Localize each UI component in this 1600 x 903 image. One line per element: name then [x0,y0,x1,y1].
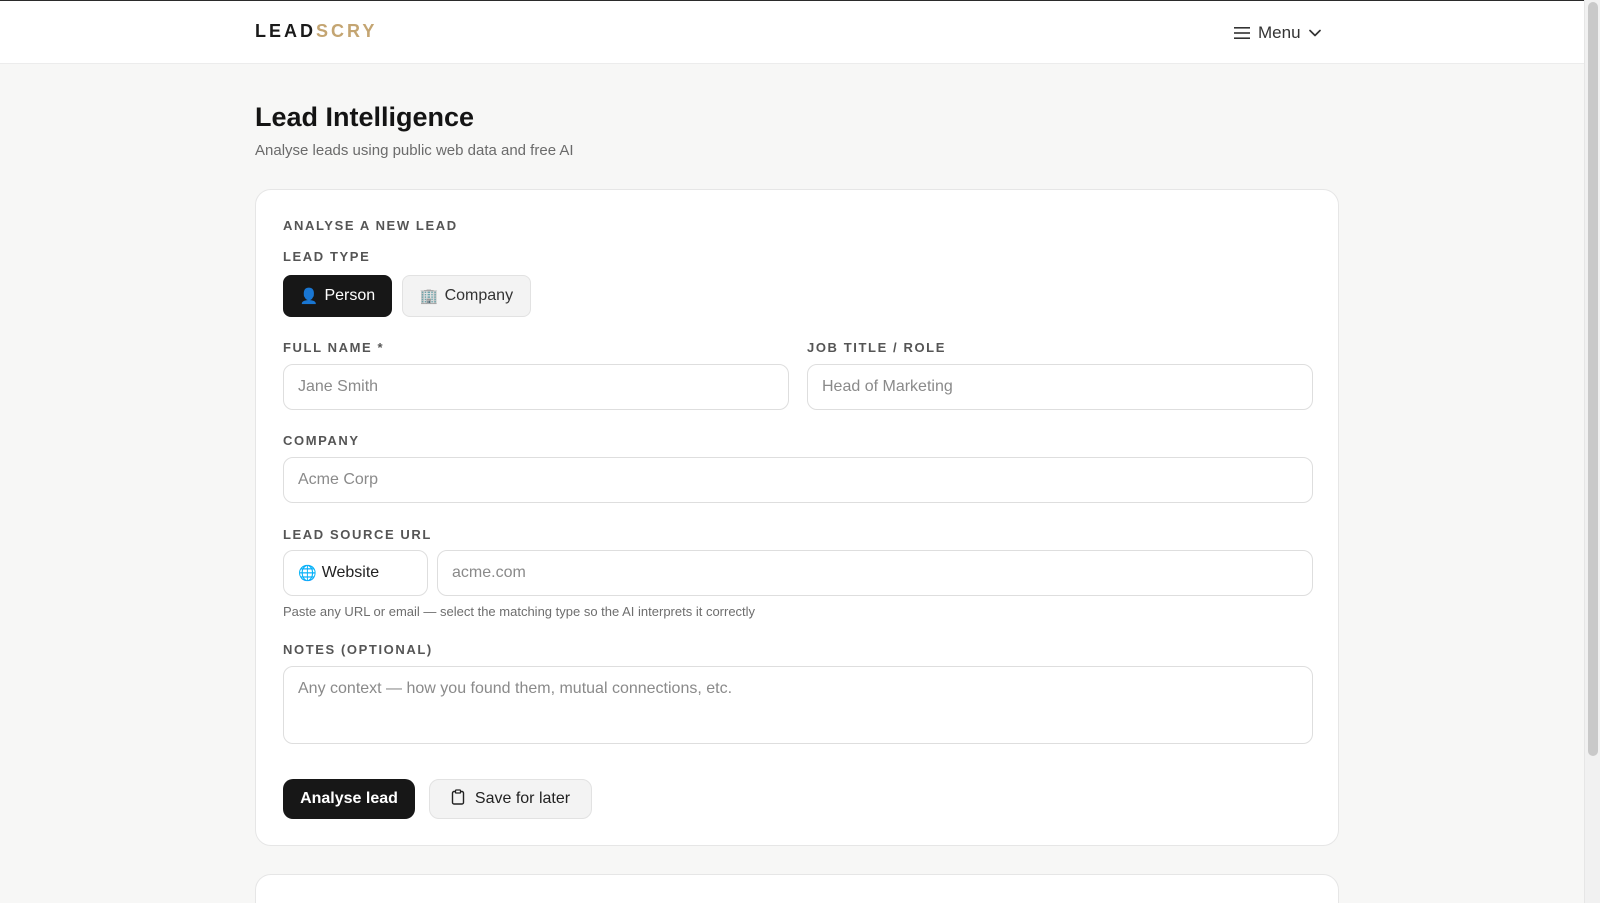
menu-label: Menu [1258,23,1301,42]
job-title-input[interactable] [807,364,1313,410]
notes-label: NOTES (OPTIONAL) [283,642,433,657]
lead-type-label: LEAD TYPE [283,249,371,264]
source-url-input[interactable] [437,550,1313,596]
globe-icon: 🌐 [298,565,317,582]
analyse-lead-label: Analyse lead [300,790,398,807]
source-url-hint: Paste any URL or email — select the matc… [283,604,756,619]
job-title-label: JOB TITLE / ROLE [807,340,946,355]
save-for-later-label: Save for later [474,790,571,807]
save-for-later-button[interactable]: Save for later [429,779,592,819]
scrollbar-thumb[interactable] [1588,2,1598,756]
clipboard-icon [451,788,465,810]
full-name-label: FULL NAME * [283,340,385,355]
company-label: COMPANY [283,433,360,448]
analyse-lead-card: ANALYSE A NEW LEAD LEAD TYPE 👤 Person 🏢 … [255,189,1339,846]
lead-source-url-label: LEAD SOURCE URL [283,527,432,542]
source-type-value: Website [321,564,380,581]
page-scrollbar[interactable] [1584,0,1600,903]
menu-button[interactable]: Menu [1234,19,1321,47]
page-title: Lead Intelligence [255,102,475,132]
notes-textarea[interactable] [283,666,1313,744]
lead-type-company-label: Company [444,287,514,304]
chevron-down-icon [1308,29,1321,37]
brand-logo[interactable]: LEADSCRY [255,21,377,42]
next-section-card [255,874,1339,903]
company-input[interactable] [283,457,1313,503]
person-icon: 👤 [299,288,319,305]
section-title: ANALYSE A NEW LEAD [283,218,458,233]
page-subtitle: Analyse leads using public web data and … [255,142,574,159]
lead-type-company-button[interactable]: 🏢 Company [402,275,531,317]
source-type-select[interactable]: 🌐 Website [283,550,428,596]
logo-accent-text: SCRY [316,21,378,41]
hamburger-icon [1234,26,1250,40]
building-icon: 🏢 [419,288,439,305]
full-name-input[interactable] [283,364,789,410]
logo-primary-text: LEAD [255,21,316,41]
analyse-lead-button[interactable]: Analyse lead [283,779,415,819]
lead-type-person-button[interactable]: 👤 Person [283,275,392,317]
lead-type-person-label: Person [324,287,376,304]
top-navigation-bar: LEADSCRY Menu [0,0,1584,64]
